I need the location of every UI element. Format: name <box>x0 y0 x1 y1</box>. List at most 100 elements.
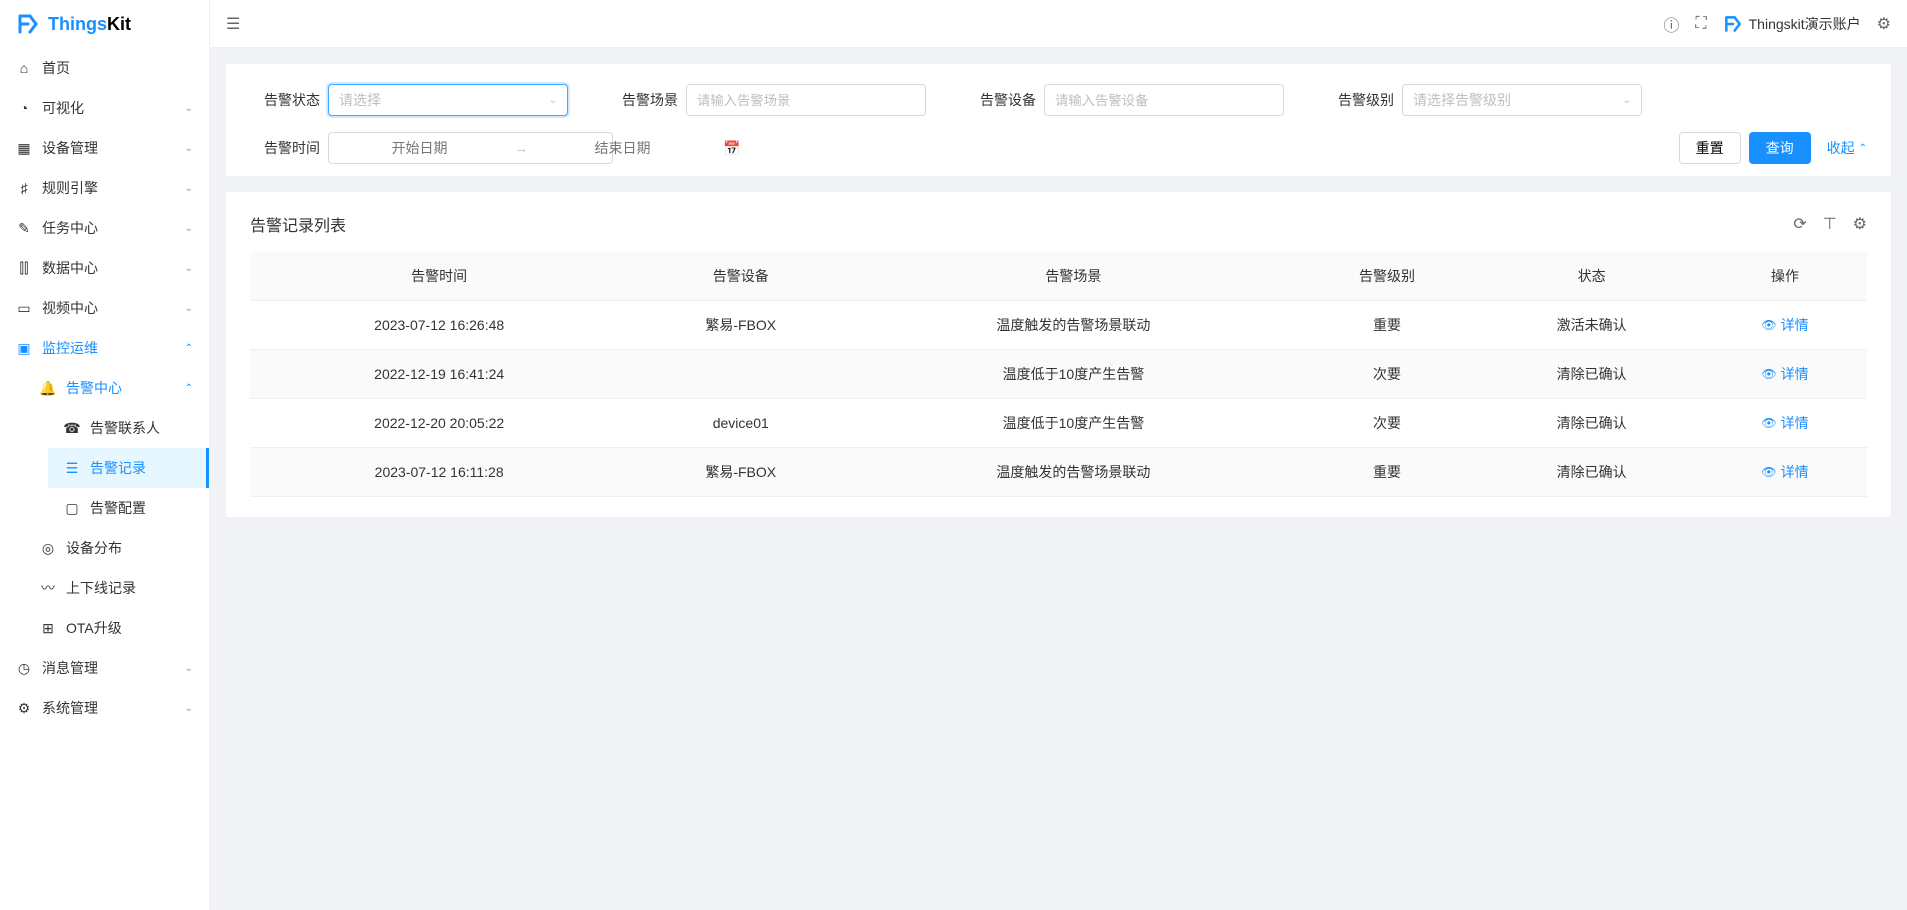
eye-icon: 👁 <box>1761 318 1776 332</box>
chevron-down-icon: ⌄ <box>185 183 193 194</box>
fullscreen-icon[interactable]: ⛶ <box>1695 15 1706 33</box>
chevron-up-icon: ⌃ <box>185 383 193 394</box>
filter-scene-label: 告警场景 <box>608 90 678 110</box>
chevron-down-icon: ⌄ <box>185 303 193 314</box>
filter-status-label: 告警状态 <box>250 90 320 110</box>
start-date-input[interactable] <box>329 140 510 156</box>
chevron-down-icon: ⌄ <box>185 663 193 674</box>
task-icon: ✎ <box>16 220 32 237</box>
records-icon: ☰ <box>64 460 80 477</box>
logo[interactable]: ThingsKit <box>0 0 209 48</box>
sidebar-item-alarm-contacts[interactable]: ☎ 告警联系人 <box>48 408 209 448</box>
table-cell: 次要 <box>1294 350 1481 399</box>
table-cell: 繁易-FBOX <box>628 448 853 497</box>
pulse-icon: 〰 <box>40 578 56 598</box>
logo-icon <box>16 12 40 36</box>
monitor-icon: ▣ <box>16 340 32 357</box>
table-column-header: 告警级别 <box>1294 252 1481 301</box>
table-column-header: 状态 <box>1480 252 1703 301</box>
table-cell: 温度低于10度产生告警 <box>853 350 1294 399</box>
sidebar-item-device-dist[interactable]: ◎ 设备分布 <box>24 528 209 568</box>
column-settings-icon[interactable]: ⚙ <box>1853 214 1867 234</box>
table-cell: 重要 <box>1294 301 1481 350</box>
chevron-down-icon: ⌄ <box>549 95 557 106</box>
eye-icon: 👁 <box>1761 465 1776 479</box>
sidebar-item-system[interactable]: ⚙ 系统管理 ⌄ <box>0 688 209 728</box>
table-cell: 清除已确认 <box>1480 350 1703 399</box>
sidebar-item-message[interactable]: ◷ 消息管理 ⌄ <box>0 648 209 688</box>
sidebar-item-rule[interactable]: ♯ 规则引擎 ⌄ <box>0 168 209 208</box>
sidebar-item-video[interactable]: ▭ 视频中心 ⌄ <box>0 288 209 328</box>
density-icon[interactable]: ⊤ <box>1823 214 1837 234</box>
settings-icon[interactable]: ⚙ <box>1877 14 1891 34</box>
table-cell: 温度触发的告警场景联动 <box>853 301 1294 350</box>
query-button[interactable]: 查询 <box>1749 132 1811 164</box>
alarm-table: 告警时间告警设备告警场景告警级别状态操作 2023-07-12 16:26:48… <box>250 252 1867 497</box>
sidebar-item-data[interactable]: ⫿⫿ 数据中心 ⌄ <box>0 248 209 288</box>
table-cell <box>628 350 853 399</box>
chevron-down-icon: ⌄ <box>185 703 193 714</box>
help-icon[interactable]: ⓘ <box>1663 12 1679 36</box>
table-column-header: 操作 <box>1703 252 1867 301</box>
device-icon: ▦ <box>16 140 32 157</box>
sidebar-item-alarm-config[interactable]: ▢ 告警配置 <box>48 488 209 528</box>
end-date-input[interactable] <box>532 140 713 156</box>
date-separator: → <box>510 140 532 156</box>
collapse-filters-link[interactable]: 收起 ⌃ <box>1827 138 1867 158</box>
topbar: ☰ ⓘ ⛶ Thingskit演示账户 ⚙ <box>210 0 1907 48</box>
filter-device-input[interactable] <box>1044 84 1284 116</box>
table-row: 2023-07-12 16:26:48繁易-FBOX温度触发的告警场景联动重要激… <box>250 301 1867 350</box>
config-icon: ▢ <box>64 500 80 517</box>
user-menu[interactable]: Thingskit演示账户 <box>1723 14 1861 34</box>
rule-icon: ♯ <box>16 180 32 196</box>
sidebar-item-alarm-records[interactable]: ☰ 告警记录 <box>48 448 209 488</box>
table-cell-action: 👁 详情 <box>1703 448 1867 497</box>
contacts-icon: ☎ <box>64 420 80 437</box>
filter-time-label: 告警时间 <box>250 138 320 158</box>
sidebar-item-device[interactable]: ▦ 设备管理 ⌄ <box>0 128 209 168</box>
detail-link[interactable]: 👁 详情 <box>1761 462 1808 482</box>
table-cell: 2022-12-20 20:05:22 <box>250 399 628 448</box>
table-cell-action: 👁 详情 <box>1703 399 1867 448</box>
table-cell: 2023-07-12 16:26:48 <box>250 301 628 350</box>
table-row: 2022-12-20 20:05:22device01温度低于10度产生告警次要… <box>250 399 1867 448</box>
chevron-down-icon: ⌄ <box>185 263 193 274</box>
chevron-down-icon: ⌄ <box>185 223 193 234</box>
refresh-icon[interactable]: ⟳ <box>1793 214 1806 234</box>
table-cell-action: 👁 详情 <box>1703 301 1867 350</box>
table-cell: 2023-07-12 16:11:28 <box>250 448 628 497</box>
table-cell: 温度低于10度产生告警 <box>853 399 1294 448</box>
chevron-down-icon: ⌄ <box>185 143 193 154</box>
chevron-down-icon: ⌄ <box>1623 95 1631 106</box>
bell-icon: 🔔 <box>40 380 56 397</box>
sidebar-item-alarm-center[interactable]: 🔔 告警中心 ⌃ <box>24 368 209 408</box>
filter-scene-input[interactable] <box>686 84 926 116</box>
sidebar-item-ota[interactable]: ⊞ OTA升级 <box>24 608 209 648</box>
sidebar: ThingsKit ⌂ 首页 ◔ 可视化 ⌄ ▦ 设备管理 ⌄ ♯ 规则引擎 ⌄… <box>0 0 210 910</box>
location-icon: ◎ <box>40 540 56 557</box>
table-column-header: 告警时间 <box>250 252 628 301</box>
table-panel: 告警记录列表 ⟳ ⊤ ⚙ 告警时间告警设备告警场景告警级别状态操作 2023-0… <box>226 192 1891 517</box>
sidebar-item-home[interactable]: ⌂ 首页 <box>0 48 209 88</box>
sidebar-item-task[interactable]: ✎ 任务中心 ⌄ <box>0 208 209 248</box>
table-cell-action: 👁 详情 <box>1703 350 1867 399</box>
user-logo-icon <box>1723 14 1743 34</box>
filter-level-select[interactable]: 请选择告警级别 ⌄ <box>1402 84 1642 116</box>
detail-link[interactable]: 👁 详情 <box>1761 315 1808 335</box>
table-cell: 清除已确认 <box>1480 448 1703 497</box>
table-row: 2022-12-19 16:41:24温度低于10度产生告警次要清除已确认👁 详… <box>250 350 1867 399</box>
video-icon: ▭ <box>16 300 32 317</box>
filter-date-range[interactable]: → 📅 <box>328 132 613 164</box>
sidebar-item-online-record[interactable]: 〰 上下线记录 <box>24 568 209 608</box>
logo-text: ThingsKit <box>48 14 131 35</box>
sidebar-item-visual[interactable]: ◔ 可视化 ⌄ <box>0 88 209 128</box>
dashboard-icon: ◔ <box>16 100 32 116</box>
detail-link[interactable]: 👁 详情 <box>1761 413 1808 433</box>
sidebar-item-monitor[interactable]: ▣ 监控运维 ⌃ <box>0 328 209 368</box>
table-cell: device01 <box>628 399 853 448</box>
detail-link[interactable]: 👁 详情 <box>1761 364 1808 384</box>
sidebar-collapse-button[interactable]: ☰ <box>226 14 240 34</box>
filter-status-select[interactable]: 请选择 ⌄ <box>328 84 568 116</box>
reset-button[interactable]: 重置 <box>1679 132 1741 164</box>
eye-icon: 👁 <box>1761 367 1776 381</box>
